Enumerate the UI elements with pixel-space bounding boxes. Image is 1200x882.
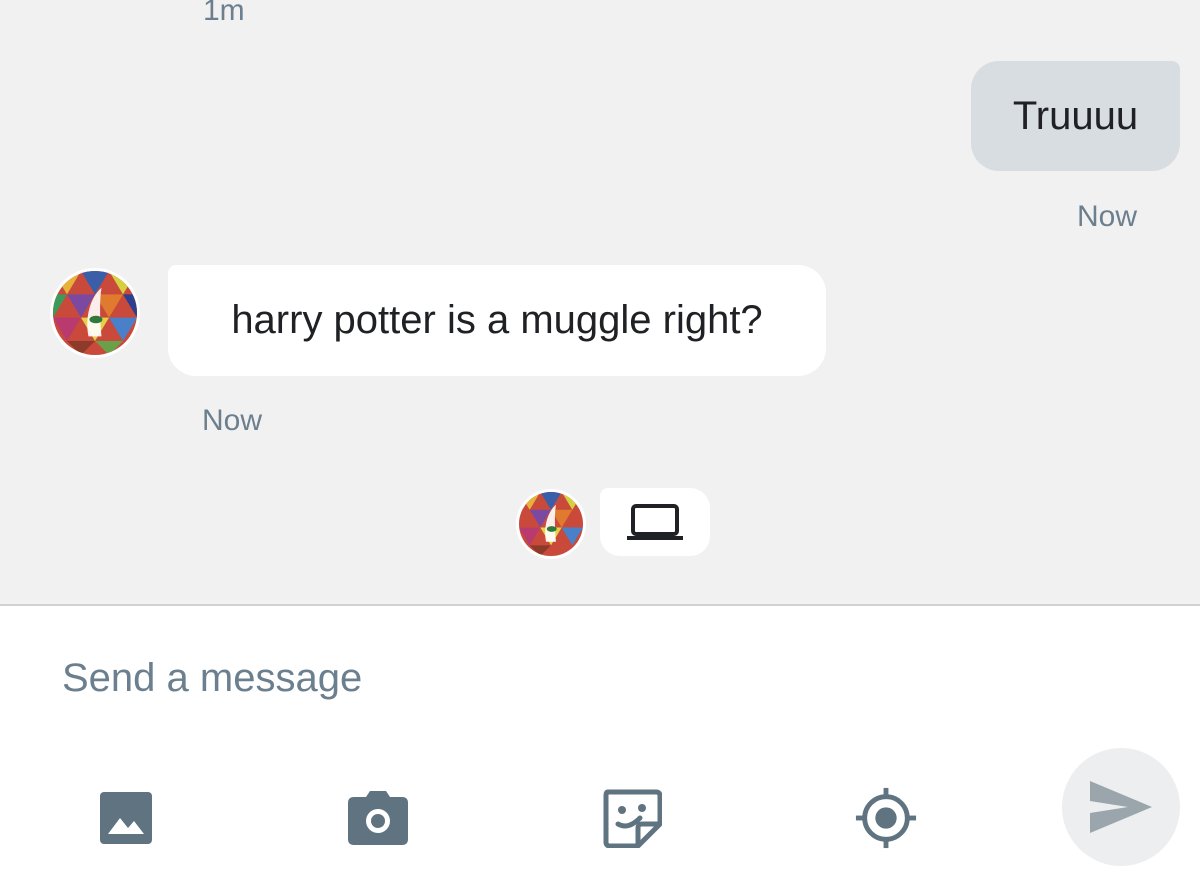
send-button[interactable] — [1062, 748, 1180, 866]
location-icon — [855, 787, 917, 849]
outgoing-message-text: Truuuu — [1012, 93, 1139, 138]
outgoing-message-bubble[interactable]: Truuuu — [971, 61, 1180, 171]
previous-message-timestamp: 1m — [203, 0, 245, 27]
presence-avatar — [516, 489, 586, 559]
message-input[interactable] — [62, 646, 962, 710]
gallery-button[interactable] — [94, 786, 158, 850]
incoming-message-timestamp: Now — [202, 404, 263, 437]
presence-device-chip — [600, 488, 710, 556]
presence-avatar-image — [519, 492, 583, 556]
conversation-view: 1m Truuuu Now harry potter is a muggle r… — [0, 0, 1200, 604]
image-icon — [100, 792, 152, 844]
sticker-icon — [603, 789, 662, 848]
outgoing-message-timestamp: Now — [1077, 200, 1138, 233]
message-composer — [0, 606, 1200, 882]
sticker-button[interactable] — [600, 786, 664, 850]
camera-icon — [348, 791, 408, 845]
incoming-message-bubble[interactable]: harry potter is a muggle right? — [168, 265, 826, 376]
laptop-icon — [627, 504, 683, 540]
send-icon — [1090, 781, 1152, 833]
contact-avatar[interactable] — [50, 268, 140, 358]
location-button[interactable] — [854, 786, 918, 850]
avatar-image — [53, 271, 137, 355]
camera-button[interactable] — [346, 786, 410, 850]
incoming-message-text: harry potter is a muggle right? — [231, 298, 763, 342]
